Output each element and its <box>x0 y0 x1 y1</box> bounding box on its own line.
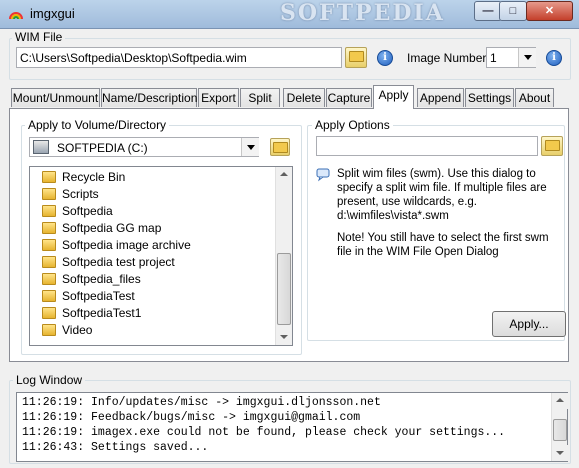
tab-settings[interactable]: Settings <box>465 88 514 107</box>
close-button[interactable]: ✕ <box>526 1 573 21</box>
tab-export[interactable]: Export <box>198 88 239 107</box>
split-help-text: Split wim files (swm). Use this dialog t… <box>337 168 547 222</box>
maximize-button[interactable]: □ <box>499 1 527 21</box>
title-bar[interactable]: imgxgui SOFTPEDIA — □ ✕ <box>0 0 579 29</box>
swm-path-input[interactable] <box>316 136 538 156</box>
apply-button[interactable]: Apply... <box>492 311 566 337</box>
scroll-down-icon[interactable] <box>276 329 292 345</box>
chevron-down-icon[interactable] <box>518 48 536 67</box>
window-title: imgxgui <box>30 6 75 21</box>
note-text: Note! You still have to select the first… <box>337 232 549 258</box>
log-line: 11:26:43: Settings saved... <box>22 441 209 454</box>
tab-name-description[interactable]: Name/Description <box>101 88 197 107</box>
folder-icon <box>42 290 56 302</box>
drive-icon <box>33 140 49 154</box>
apply-to-group-label: Apply to Volume/Directory <box>25 118 170 132</box>
folder-icon <box>42 324 56 336</box>
close-icon: ✕ <box>544 5 555 17</box>
scroll-up-icon[interactable] <box>552 393 568 409</box>
image-number-select[interactable]: 1 <box>486 47 536 68</box>
tab-delete[interactable]: Delete <box>283 88 325 107</box>
chevron-down-icon[interactable] <box>241 138 259 156</box>
folder-icon <box>545 140 560 151</box>
maximize-icon: □ <box>509 5 517 17</box>
scroll-thumb[interactable] <box>553 419 567 441</box>
log-line: 11:26:19: imagex.exe could not be found,… <box>22 426 506 439</box>
folder-icon <box>42 171 56 183</box>
log-textarea[interactable]: 11:26:19: Info/updates/misc -> imgxgui.d… <box>16 392 568 462</box>
folder-list[interactable]: Recycle Bin Scripts Softpedia Softpedia … <box>29 166 293 346</box>
info-icon[interactable]: i <box>546 50 562 66</box>
tab-append[interactable]: Append <box>417 88 464 107</box>
folder-icon <box>273 142 288 153</box>
softpedia-watermark: SOFTPEDIA <box>280 0 445 26</box>
folder-icon <box>42 239 56 251</box>
scroll-thumb[interactable] <box>277 253 291 325</box>
tab-capture[interactable]: Capture <box>326 88 372 107</box>
browse-folder-button[interactable] <box>270 138 290 156</box>
tab-mount-unmount[interactable]: Mount/Unmount <box>11 88 100 107</box>
folder-icon <box>42 188 56 200</box>
tab-split[interactable]: Split <box>240 88 280 107</box>
folder-icon <box>42 222 56 234</box>
speech-balloon-icon <box>316 168 330 182</box>
minimize-icon: — <box>482 5 494 17</box>
tab-about[interactable]: About <box>515 88 554 107</box>
wim-path-input[interactable]: C:\Users\Softpedia\Desktop\Softpedia.wim <box>16 47 342 68</box>
scroll-down-icon[interactable] <box>552 445 568 461</box>
folder-icon <box>42 256 56 268</box>
drive-select[interactable]: SOFTPEDIA (C:) <box>29 137 259 157</box>
apply-options-group-label: Apply Options <box>312 118 393 132</box>
tab-apply[interactable]: Apply <box>373 85 414 109</box>
folder-icon <box>42 307 56 319</box>
browse-swm-button[interactable] <box>541 136 563 156</box>
wim-file-group-label: WIM File <box>12 30 66 44</box>
scroll-up-icon[interactable] <box>276 167 292 183</box>
folder-icon <box>42 273 56 285</box>
minimize-button[interactable]: — <box>474 1 502 21</box>
rainbow-app-icon <box>9 12 23 20</box>
image-number-label: Image Number: <box>407 51 490 65</box>
log-line: 11:26:19: Info/updates/misc -> imgxgui.d… <box>22 396 381 409</box>
folder-icon <box>349 51 364 62</box>
folder-list-scrollbar[interactable] <box>275 167 292 345</box>
log-scrollbar[interactable] <box>551 393 568 461</box>
log-window-group-label: Log Window <box>13 373 86 387</box>
log-line: 11:26:19: Feedback/bugs/misc -> imgxgui@… <box>22 411 361 424</box>
folder-icon <box>42 205 56 217</box>
browse-wim-button[interactable] <box>345 47 367 68</box>
info-icon[interactable]: i <box>377 50 393 66</box>
